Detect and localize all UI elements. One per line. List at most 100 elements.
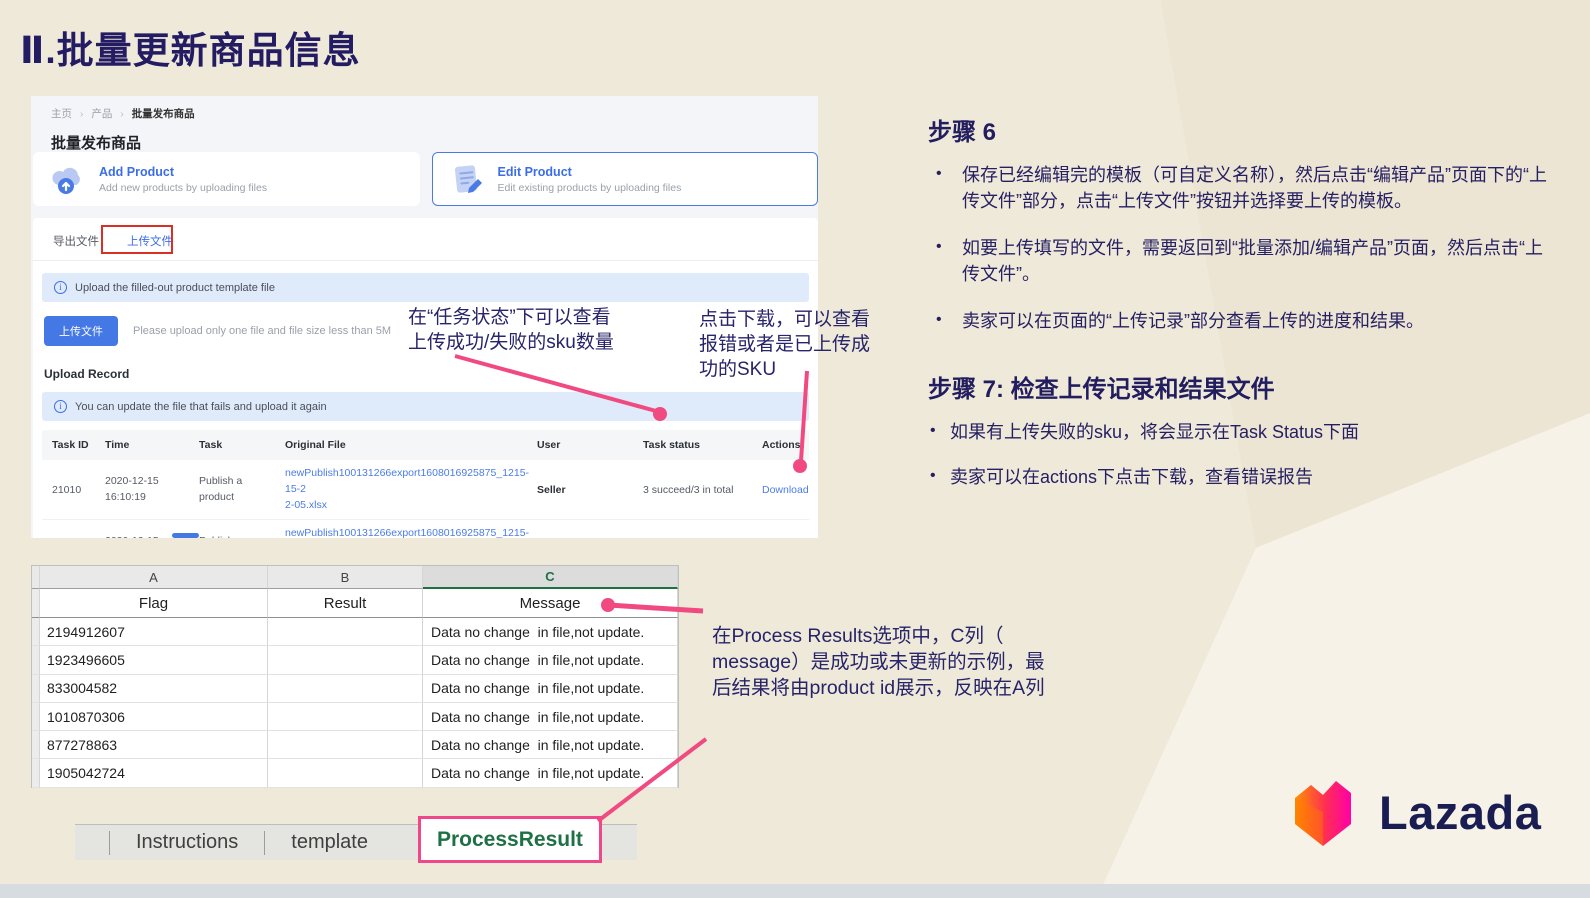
sheet-row: 2194912607 Data no change in file,not up…: [32, 618, 678, 647]
annotation-download: 点击下载，可以查看 报错或者是已上传成 功的SKU: [699, 309, 871, 381]
info-banner-text: Upload the filled-out product template f…: [75, 281, 275, 294]
lazada-heart-icon: [1295, 781, 1351, 846]
row-header-gutter: [32, 618, 40, 647]
cell-result[interactable]: [268, 731, 423, 760]
sheet-tab-template[interactable]: template: [265, 831, 394, 854]
add-product-title: Add Product: [99, 164, 174, 179]
step-6-heading: 步骤 6: [928, 119, 997, 146]
sheet-row: 877278863 Data no change in file,not upd…: [32, 731, 678, 760]
cell-flag[interactable]: 1010870306: [40, 702, 268, 732]
upload-hint: Please upload only one file and file siz…: [133, 325, 392, 337]
col-user: User: [537, 439, 561, 451]
cell-task: Publish a product: [199, 528, 285, 538]
lazada-logo: Lazada: [1283, 772, 1541, 852]
sheet-row: 1905042724 Data no change in file,not up…: [32, 759, 678, 788]
column-letters-row: A B C: [32, 566, 678, 589]
step-6-bullets: 保存已经编辑完的模板（可自定义名称），然后点击“编辑产品”页面下的“上传文件”部…: [928, 163, 1558, 335]
cell-message[interactable]: Data no change in file,not update.: [423, 646, 678, 675]
cloud-upload-icon: [52, 167, 80, 194]
edit-document-icon: [454, 165, 482, 193]
slide: Ⅱ.批量更新商品信息 主页 › 产品 › 批量发布商品 批量发布商品 Add P…: [0, 0, 1590, 898]
info-banner-text: You can update the file that fails and u…: [75, 400, 327, 413]
col-time: Time: [105, 439, 130, 451]
bullet: 卖家可以在actions下点击下载，查看错误报告: [928, 465, 1558, 491]
col-actions: Actions: [762, 439, 801, 451]
bullet: 保存已经编辑完的模板（可自定义名称），然后点击“编辑产品”页面下的“上传文件”部…: [928, 163, 1558, 214]
cell-message[interactable]: Data no change in file,not update.: [423, 702, 678, 732]
edit-product-card[interactable]: Edit Product Edit existing products by u…: [431, 152, 818, 206]
sheet-row: 833004582 Data no change in file,not upd…: [32, 674, 678, 703]
sheet-tab-instructions[interactable]: Instructions: [110, 831, 264, 854]
excel-screenshot: A B C Flag Result Message 2194912607 Dat…: [31, 565, 679, 788]
bullet: 如果有上传失败的sku，将会显示在Task Status下面: [928, 420, 1558, 446]
cell-flag[interactable]: 877278863: [40, 731, 268, 760]
cell-result[interactable]: [268, 618, 423, 647]
cell-result[interactable]: [268, 674, 423, 703]
add-product-card[interactable]: Add Product Add new products by uploadin…: [33, 152, 420, 206]
annotation-task-status: 在“任务状态”下可以查看 上传成功/失败的sku数量: [408, 307, 614, 354]
info-icon: i: [54, 400, 67, 413]
header-flag[interactable]: Flag: [40, 589, 268, 618]
slide-title: Ⅱ.批量更新商品信息: [20, 30, 361, 71]
cell-result[interactable]: [268, 759, 423, 788]
col-task-status: Task status: [643, 439, 700, 451]
row-header-gutter: [32, 731, 40, 760]
col-original-file: Original File: [285, 439, 346, 451]
cell-user: Seller: [537, 483, 566, 496]
cell-result[interactable]: [268, 646, 423, 675]
sheet-tab-processresult[interactable]: ProcessResult: [418, 816, 602, 863]
cell-message[interactable]: Data no change in file,not update.: [423, 674, 678, 703]
annotation-process-result: 在Process Results选项中，C列（ message）是成功或未更新的…: [712, 625, 1045, 700]
cell-task: Publish a product: [199, 474, 243, 503]
horizontal-scrollbar[interactable]: [172, 533, 199, 538]
tab-export-file[interactable]: 导出文件: [53, 233, 99, 260]
cell-result[interactable]: [268, 702, 423, 732]
info-icon: i: [54, 281, 67, 294]
breadcrumb-current: 批量发布商品: [131, 108, 195, 120]
sheet-row: 1923496605 Data no change in file,not up…: [32, 646, 678, 675]
steps-column: 步骤 6 保存已经编辑完的模板（可自定义名称），然后点击“编辑产品”页面下的“上…: [928, 112, 1558, 511]
column-letter-c[interactable]: C: [423, 566, 678, 589]
step-7-bullets: 如果有上传失败的sku，将会显示在Task Status下面 卖家可以在acti…: [928, 420, 1558, 491]
sheet-header-row: Flag Result Message: [32, 589, 678, 618]
cell-message[interactable]: Data no change in file,not update.: [423, 731, 678, 760]
lazada-wordmark: Lazada: [1379, 785, 1542, 839]
page-title: 批量发布商品: [51, 135, 142, 152]
cell-flag[interactable]: 833004582: [40, 674, 268, 703]
upload-file-button[interactable]: 上传文件: [44, 316, 118, 346]
breadcrumb-separator: ›: [120, 108, 124, 120]
col-task: Task: [199, 439, 223, 451]
info-banner-template: i Upload the filled-out product template…: [42, 273, 809, 302]
cell-time: 2020-12-15 16:10:19: [105, 474, 159, 503]
step-7-heading: 步骤 7: 检查上传记录和结果文件: [928, 375, 1275, 403]
cell-task-status: 3 succeed/3 in total: [643, 483, 734, 496]
highlight-box-upload-tab: [101, 225, 173, 254]
header-message[interactable]: Message: [423, 589, 678, 618]
edit-product-subtitle: Edit existing products by uploading file…: [497, 181, 682, 194]
column-letter-a[interactable]: A: [40, 566, 268, 589]
table-header-row: Task ID Time Task Original File User Tas…: [42, 430, 809, 460]
breadcrumb-home[interactable]: 主页: [51, 108, 72, 120]
header-result[interactable]: Result: [268, 589, 423, 618]
row-header-gutter: [32, 702, 40, 732]
info-banner-retry: i You can update the file that fails and…: [42, 392, 809, 421]
add-product-subtitle: Add new products by uploading files: [99, 181, 268, 194]
cell-message[interactable]: Data no change in file,not update.: [423, 618, 678, 647]
cell-flag[interactable]: 1923496605: [40, 646, 268, 675]
download-link[interactable]: Download: [762, 484, 809, 496]
row-header-gutter: [32, 646, 40, 675]
sheet-row: 1010870306 Data no change in file,not up…: [32, 702, 678, 732]
sheet-tab-bar: Instructions template ProcessResult: [75, 816, 637, 863]
cell-flag[interactable]: 2194912607: [40, 618, 268, 647]
edit-product-title: Edit Product: [497, 164, 572, 179]
cell-file-link[interactable]: newPublish100131266export1608016925875_1…: [285, 460, 537, 519]
column-letter-b[interactable]: B: [268, 566, 423, 589]
breadcrumb-products[interactable]: 产品: [91, 108, 112, 120]
row-header-gutter: [32, 759, 40, 788]
cell-flag[interactable]: 1905042724: [40, 759, 268, 788]
cell-file-link[interactable]: newPublish100131266export1608016925875_1…: [285, 520, 537, 538]
row-header-gutter: [32, 674, 40, 703]
breadcrumb: 主页 › 产品 › 批量发布商品: [31, 96, 818, 121]
cell-message[interactable]: Data no change in file,not update.: [423, 759, 678, 788]
row-header-gutter: [32, 589, 40, 618]
